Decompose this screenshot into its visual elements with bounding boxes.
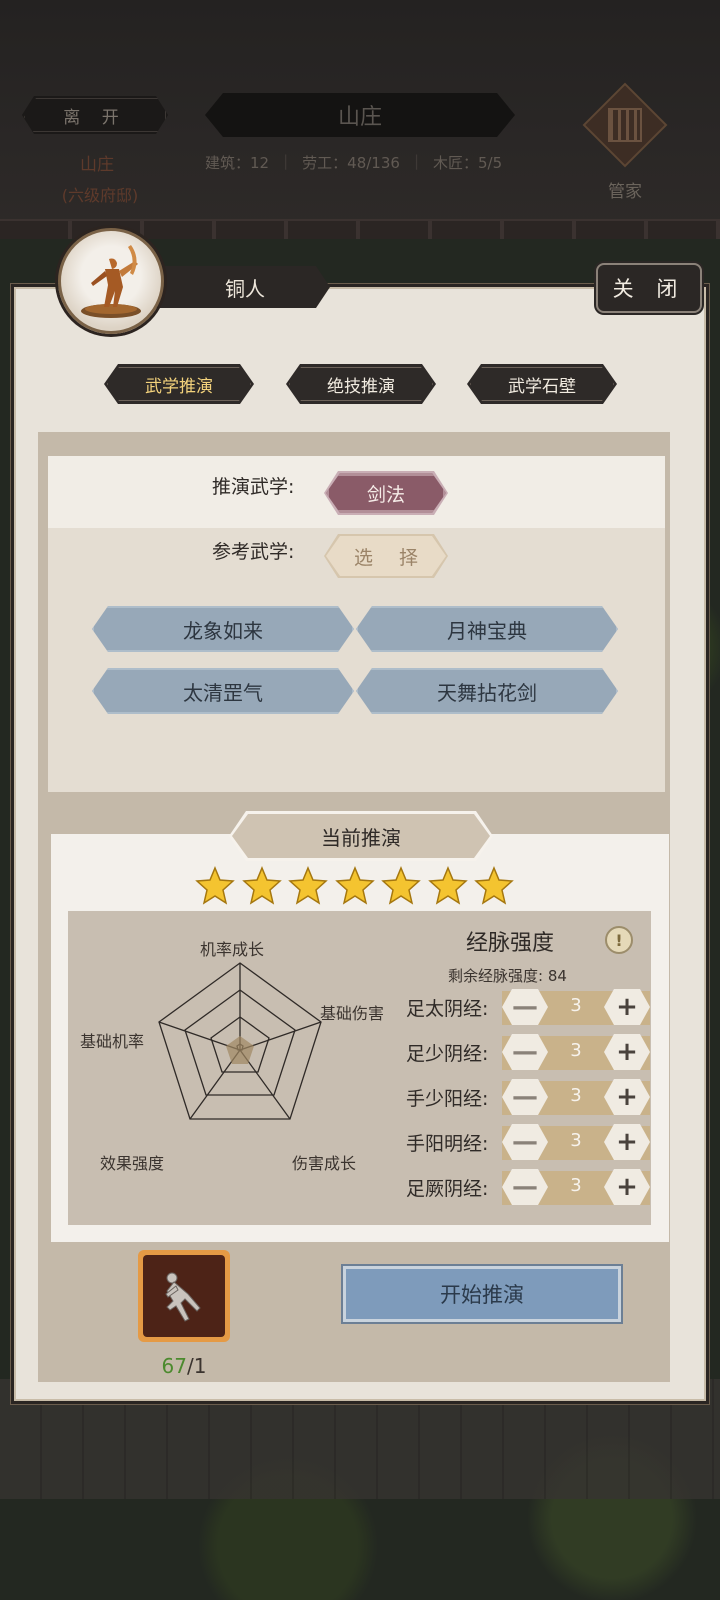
meridian-label: 足厥阴经: [406, 1178, 489, 1200]
radar-label-right: 基础伤害 [320, 1004, 385, 1023]
meridian-value: 3 [570, 1130, 582, 1151]
divider: | [283, 152, 289, 170]
estate-name: 山庄 [80, 155, 114, 175]
stat-laborers: 劳工：48/136 [302, 154, 400, 172]
meridian-label: 手阳明经: [406, 1133, 489, 1155]
info-icon[interactable]: ! [605, 926, 633, 954]
leave-button[interactable]: 离 开 [22, 96, 168, 134]
start-deduction-button[interactable]: 开始推演 [341, 1264, 623, 1324]
estate-stats: 建筑：12 | 劳工：48/136 | 木匠：5/5 [205, 152, 525, 173]
meridian-row: 手阳明经: — 3 + [406, 1124, 650, 1160]
deduce-label: 推演武学: [212, 476, 295, 498]
meridian-value: 3 [570, 1085, 582, 1106]
minus-icon: — [512, 992, 538, 1022]
plus-icon: + [616, 1127, 638, 1157]
tab-martial-deduction[interactable]: 武学推演 [104, 364, 254, 404]
meridian-row: 足厥阴经: — 3 + [406, 1169, 650, 1205]
star-icon [427, 866, 468, 905]
star-icon [334, 866, 375, 905]
page-title: 山庄 [205, 93, 515, 137]
meridian-row: 足太阴经: — 3 + [406, 989, 650, 1025]
minus-icon: — [512, 1082, 538, 1112]
reference-label: 参考武学: [212, 541, 295, 563]
divider: | [413, 152, 419, 170]
minus-icon: — [512, 1172, 538, 1202]
material-item[interactable] [138, 1250, 230, 1342]
meridian-value: 3 [570, 1040, 582, 1061]
skill-option[interactable]: 天舞拈花剑 [356, 668, 618, 714]
meridian-label: 手少阳经: [406, 1088, 489, 1110]
star-icon [381, 866, 421, 905]
star-icon [288, 866, 328, 905]
item-count: 67/1 [138, 1354, 230, 1378]
item-frame [143, 1255, 225, 1337]
skill-option[interactable]: 太清罡气 [92, 668, 354, 714]
bronze-figure-icon [165, 1272, 201, 1322]
meridian-row: 足少阴经: — 3 + [406, 1034, 650, 1070]
butler-button[interactable]: 管家 [582, 82, 668, 215]
tab-skill-deduction[interactable]: 绝技推演 [286, 364, 436, 404]
character-avatar [58, 228, 164, 334]
radar-label-bottom-right: 伤害成长 [292, 1154, 357, 1173]
radar-label-bottom-left: 效果强度 [100, 1154, 165, 1173]
skill-option[interactable]: 龙象如来 [92, 606, 354, 652]
meridian-row: 手少阳经: — 3 + [406, 1079, 650, 1115]
deduce-martial-chip[interactable]: 剑法 [326, 473, 446, 513]
tab-martial-wall[interactable]: 武学石壁 [467, 364, 617, 404]
star-icon [195, 866, 235, 905]
plus-icon: + [616, 1172, 638, 1202]
radar-value-area [226, 1036, 254, 1064]
close-button[interactable]: 关 闭 [596, 263, 702, 313]
minus-icon: — [512, 1127, 538, 1157]
plus-icon: + [616, 992, 638, 1022]
remaining-strength: 剩余经脉强度: 84 [448, 967, 567, 985]
item-have: 67 [161, 1354, 187, 1378]
radar-label-left: 基础机率 [80, 1032, 145, 1051]
skill-option[interactable]: 月神宝典 [356, 606, 618, 652]
meridian-value: 3 [570, 1175, 582, 1196]
plus-icon: + [616, 1037, 638, 1067]
butler-label: 管家 [608, 182, 642, 202]
stat-carpenters: 木匠：5/5 [433, 154, 503, 172]
meridian-label: 足太阴经: [406, 998, 489, 1020]
radar-label-top: 机率成长 [200, 940, 265, 959]
meridian-title: 经脉强度 [466, 931, 555, 956]
stat-buildings: 建筑：12 [205, 154, 270, 172]
plus-icon: + [616, 1082, 638, 1112]
bronze-man-icon [81, 245, 141, 318]
select-reference-button[interactable]: 选 择 [326, 536, 446, 576]
item-need: /1 [186, 1354, 207, 1378]
minus-icon: — [512, 1037, 538, 1067]
current-deduction-title: 当前推演 [232, 814, 490, 858]
meridian-label: 足少阴经: [406, 1043, 489, 1065]
abacus-icon [582, 82, 668, 168]
star-icon [241, 866, 282, 905]
star-icon [474, 866, 514, 905]
estate-rank: (六级府邸) [61, 186, 139, 205]
meridian-value: 3 [570, 995, 582, 1016]
character-name: 铜人 [150, 266, 330, 308]
